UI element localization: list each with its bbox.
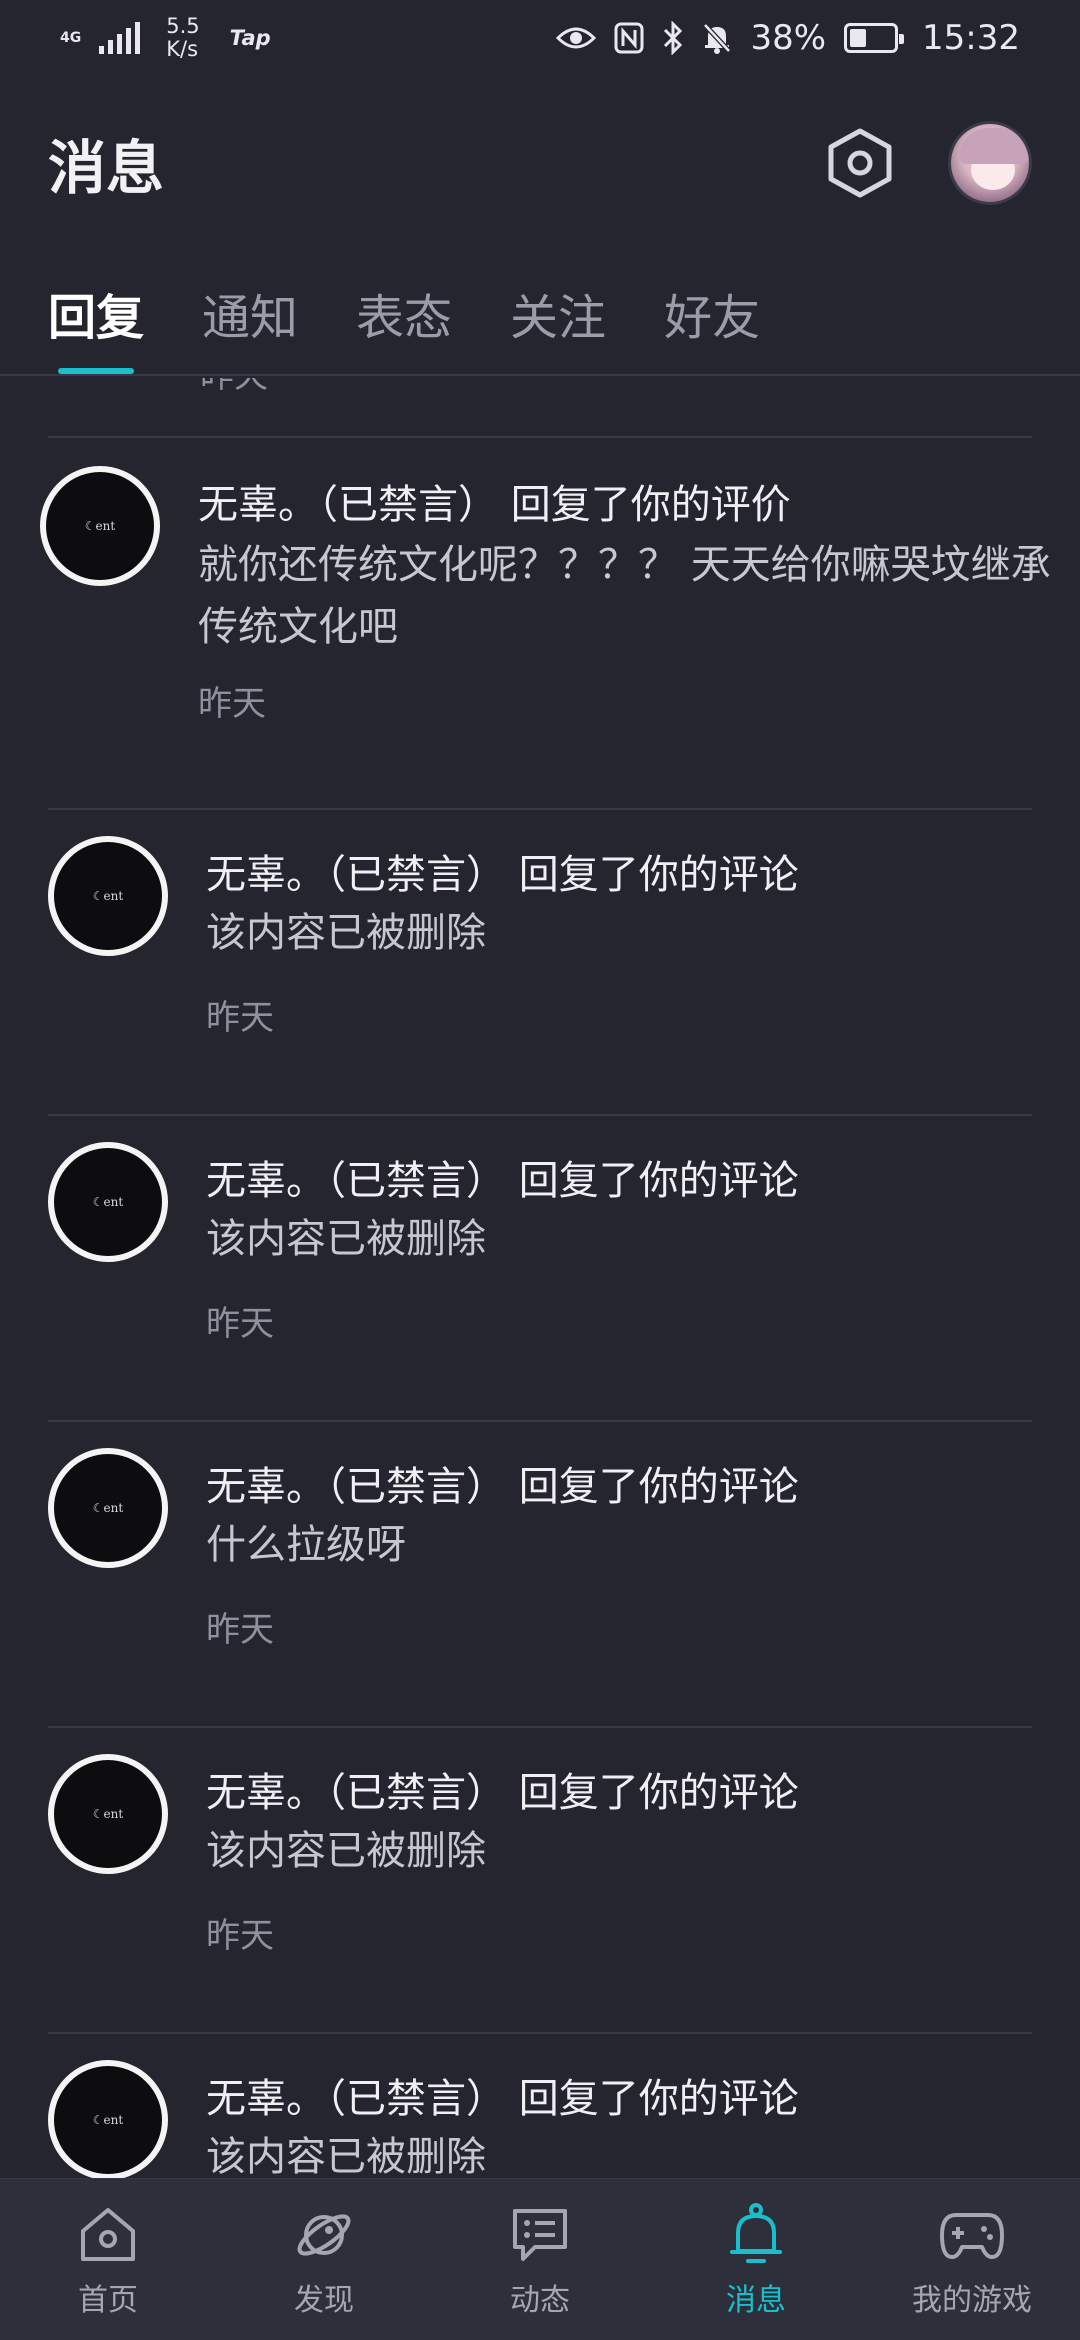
item-time: 昨天 (206, 1610, 274, 1650)
tab-replies[interactable]: 回复 (48, 262, 144, 374)
list-item[interactable]: ☾ent 无辜。（已禁言） 回复了你的评论 该内容已被删除 (0, 2034, 1080, 2178)
item-time: 昨天 (206, 1916, 274, 1956)
item-title: 无辜。（已禁言） 回复了你的评论 (206, 1158, 799, 1204)
mute-bell-icon (702, 22, 732, 54)
item-title: 无辜。（已禁言） 回复了你的评论 (206, 1464, 799, 1510)
item-title: 无辜。（已禁言） 回复了你的评论 (206, 2076, 799, 2122)
home-icon (74, 2201, 142, 2269)
list-item[interactable]: ☾ent 无辜。（已禁言） 回复了你的评论 该内容已被删除 昨天 (0, 1728, 1080, 2033)
clock: 15:32 (922, 18, 1020, 58)
sender-avatar[interactable]: ☾ent (48, 1448, 168, 1568)
nav-discover[interactable]: 发现 (216, 2201, 432, 2319)
nfc-icon (614, 22, 644, 54)
item-body: 该内容已被删除 (206, 1828, 486, 1874)
nav-my-games[interactable]: 我的游戏 (864, 2201, 1080, 2319)
nav-home-label: 首页 (78, 2282, 138, 2318)
nav-feed-label: 动态 (510, 2282, 570, 2318)
network-speed: 5.5 K/s (166, 14, 200, 61)
battery-icon (844, 23, 905, 53)
user-avatar[interactable] (948, 121, 1032, 205)
sender-avatar[interactable]: ☾ent (48, 1754, 168, 1874)
list-item[interactable]: ☾ent 无辜。（已禁言） 回复了你的评论 什么拉级呀 昨天 (0, 1422, 1080, 1727)
bottom-nav: 首页 发现 动态 消息 我的游戏 (0, 2178, 1080, 2340)
list-item[interactable]: ☾ent 无辜。（已禁言） 回复了你的评价 就你还传统文化呢？？？？ 天天给你嘛… (0, 438, 1080, 746)
bluetooth-icon (662, 21, 684, 55)
bell-icon (722, 2201, 790, 2269)
nav-home[interactable]: 首页 (0, 2201, 216, 2319)
list-item[interactable]: ☾ent 无辜。（已禁言） 回复了你的评论 该内容已被删除 昨天 (0, 1116, 1080, 1421)
tab-friends[interactable]: 好友 (664, 262, 760, 374)
item-body: 该内容已被删除 (206, 910, 486, 956)
header: 消息 (0, 108, 1080, 218)
tap-app-badge: Tap (229, 26, 271, 50)
item-body: 就你还传统文化呢？？？？ 天天给你嘛哭坟继承传统文化吧 (198, 542, 1051, 650)
sender-avatar[interactable]: ☾ent (48, 2060, 168, 2178)
planet-icon (290, 2201, 358, 2269)
item-body: 该内容已被删除 (206, 2134, 486, 2178)
nav-messages-label: 消息 (726, 2282, 786, 2318)
tab-reactions[interactable]: 表态 (356, 262, 452, 374)
message-tabs: 回复 通知 表态 关注 好友 (0, 262, 1080, 376)
item-title: 无辜。（已禁言） 回复了你的评论 (206, 852, 799, 898)
network-type: 4G (60, 30, 82, 46)
sender-avatar[interactable]: ☾ent (40, 466, 160, 586)
settings-button[interactable] (824, 127, 896, 199)
reply-list: 昨天 ☾ent 无辜。（已禁言） 回复了你的评价 就你还传统文化呢？？？？ 天天… (0, 378, 1080, 2178)
signal-icon (99, 22, 141, 54)
eye-icon (556, 24, 597, 52)
settings-hexagon-icon (828, 128, 892, 198)
list-item[interactable]: ☾ent 无辜。（已禁言） 回复了你的评论 该内容已被删除 昨天 (0, 810, 1080, 1115)
tab-notifications[interactable]: 通知 (202, 262, 298, 374)
nav-my-games-label: 我的游戏 (912, 2282, 1032, 2318)
item-time: 昨天 (206, 998, 274, 1038)
chat-bubble-icon (506, 2201, 574, 2269)
tab-follows[interactable]: 关注 (510, 262, 606, 374)
partial-item-time: 昨天 (200, 378, 268, 397)
gamepad-icon (938, 2201, 1006, 2269)
sender-avatar[interactable]: ☾ent (48, 1142, 168, 1262)
item-title: 无辜。（已禁言） 回复了你的评论 (206, 1770, 799, 1816)
nav-discover-label: 发现 (294, 2282, 354, 2318)
item-body: 什么拉级呀 (206, 1522, 406, 1568)
item-body: 该内容已被删除 (206, 1216, 486, 1262)
sender-avatar[interactable]: ☾ent (48, 836, 168, 956)
nav-messages[interactable]: 消息 (648, 2201, 864, 2319)
nav-feed[interactable]: 动态 (432, 2201, 648, 2319)
status-bar: 4G 5.5 K/s Tap 38% 15:32 (0, 0, 1080, 76)
page-title: 消息 (48, 134, 165, 202)
battery-percent: 38% (750, 18, 827, 58)
item-time: 昨天 (198, 684, 266, 724)
item-time: 昨天 (206, 1304, 274, 1344)
item-title: 无辜。（已禁言） 回复了你的评价 (198, 482, 791, 528)
